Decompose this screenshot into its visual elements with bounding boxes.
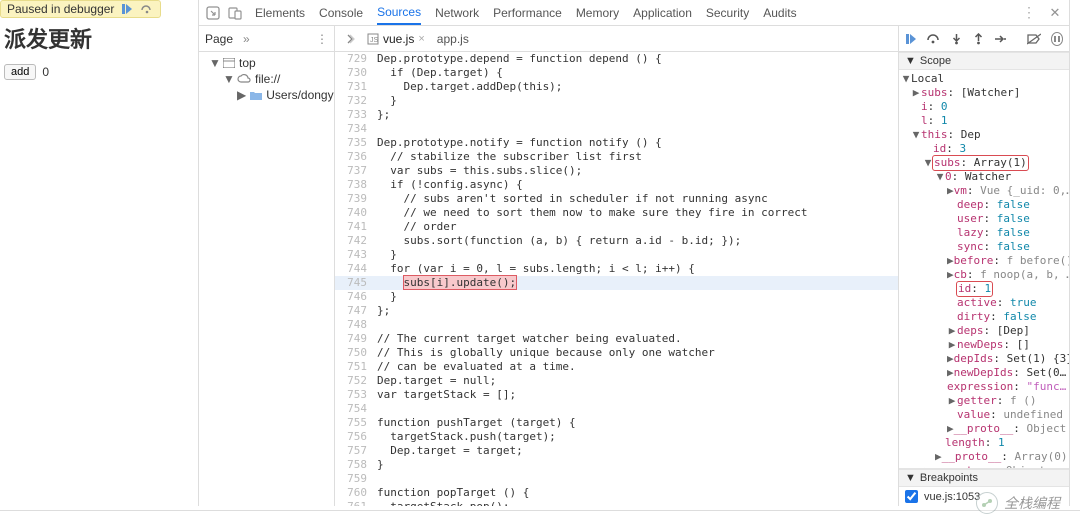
- breakpoint-item[interactable]: vue.js:1053: [899, 487, 1069, 506]
- devtools-toolbar: Elements Console Sources Network Performance…: [199, 0, 1069, 26]
- resume-button[interactable]: [905, 34, 917, 44]
- breakpoints-head[interactable]: ▼Breakpoints: [899, 469, 1069, 487]
- devtools-tab-network[interactable]: Network: [435, 0, 479, 25]
- file-tab-appjs[interactable]: app.js: [437, 32, 469, 46]
- deactivate-breakpoints-icon[interactable]: [1027, 33, 1041, 45]
- debugger-toolbar: [899, 26, 1069, 52]
- step-over-icon[interactable]: [140, 4, 154, 14]
- devtools-tab-application[interactable]: Application: [633, 0, 692, 25]
- step-button[interactable]: [994, 33, 1006, 45]
- scope-tree[interactable]: ▼Local▶subs: [Watcher]i: 0l: 1▼this: Dep…: [899, 70, 1069, 468]
- code-panel: JS vue.js × app.js 729Dep.prototype.depe…: [335, 26, 899, 506]
- devtools-tab-security[interactable]: Security: [706, 0, 749, 25]
- tree-top[interactable]: ▼ top: [201, 55, 332, 71]
- pause-on-exceptions-icon[interactable]: [1051, 32, 1063, 46]
- devtools-window: Elements Console Sources Network Performance…: [198, 0, 1070, 506]
- file-tree: ▼ top ▼ file:// ▶: [199, 52, 334, 106]
- tree-folder[interactable]: ▶ Users/dongyang/D: [201, 87, 332, 103]
- folder-icon: [250, 90, 262, 100]
- inspect-icon[interactable]: [205, 5, 221, 21]
- close-icon[interactable]: ✕: [1047, 5, 1063, 21]
- step-into-button[interactable]: [950, 33, 962, 45]
- scope-section-head[interactable]: ▼Scope: [899, 52, 1069, 70]
- breakpoints-section: ▼Breakpoints vue.js:1053: [899, 468, 1069, 506]
- page-content: 派发更新 add 0: [0, 18, 198, 506]
- add-button[interactable]: add: [4, 64, 36, 80]
- paused-label: Paused in debugger: [7, 2, 114, 16]
- code-area[interactable]: 729Dep.prototype.depend = function depen…: [335, 52, 898, 506]
- devtools-tab-performance[interactable]: Performance: [493, 0, 562, 25]
- navigator-tab[interactable]: Page: [205, 32, 233, 46]
- file-tabs-nav-icon[interactable]: [345, 34, 355, 44]
- devtools-tab-sources[interactable]: Sources: [377, 0, 421, 25]
- cloud-icon: [237, 74, 251, 84]
- resume-icon[interactable]: [120, 4, 134, 14]
- navigator-menu-icon[interactable]: ⋮: [316, 32, 328, 46]
- navigator-more-icon[interactable]: »: [243, 32, 250, 46]
- svg-text:JS: JS: [370, 37, 379, 44]
- page-heading: 派发更新: [0, 18, 198, 60]
- devtools-tab-audits[interactable]: Audits: [763, 0, 796, 25]
- statusbar: [0, 510, 1080, 525]
- devtools-tab-memory[interactable]: Memory: [576, 0, 619, 25]
- window-icon: [223, 58, 235, 68]
- navigator-panel: Page » ⋮ ▼ top ▼ file://: [199, 26, 335, 506]
- file-tab-vuejs[interactable]: JS vue.js ×: [367, 32, 425, 46]
- counter-value: 0: [42, 65, 49, 79]
- close-tab-icon[interactable]: ×: [418, 33, 424, 45]
- tree-origin[interactable]: ▼ file://: [201, 71, 332, 87]
- debugger-panel: ▼Scope ▼Local▶subs: [Watcher]i: 0l: 1▼th…: [899, 26, 1069, 506]
- more-icon[interactable]: ⋮: [1021, 5, 1037, 21]
- breakpoint-checkbox[interactable]: [905, 490, 918, 503]
- paused-in-debugger-banner: Paused in debugger: [0, 0, 161, 18]
- step-out-button[interactable]: [972, 33, 984, 45]
- devtools-tab-console[interactable]: Console: [319, 0, 363, 25]
- step-over-button[interactable]: [927, 33, 940, 45]
- devtools-tabs: Elements Console Sources Network Performance…: [255, 0, 797, 25]
- file-tabs: JS vue.js × app.js: [335, 26, 898, 52]
- devtools-tab-elements[interactable]: Elements: [255, 0, 305, 25]
- device-toolbar-icon[interactable]: [227, 5, 243, 21]
